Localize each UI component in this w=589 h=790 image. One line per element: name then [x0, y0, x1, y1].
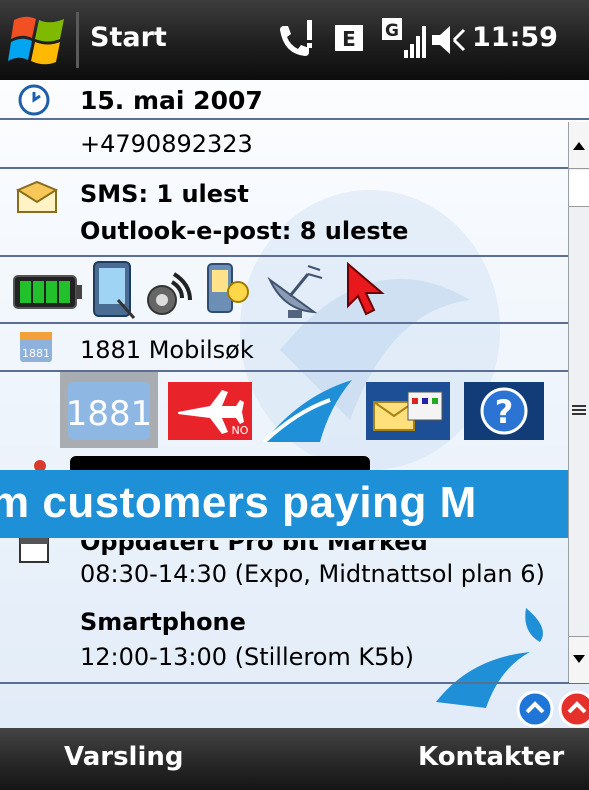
calendar-event-title[interactable]: Smartphone — [80, 608, 246, 636]
overlay-caption-text: m customers paying M — [0, 478, 477, 527]
clock-time[interactable]: 11:59 — [472, 22, 558, 53]
scroll-up-button[interactable] — [569, 122, 589, 169]
divider — [0, 682, 589, 684]
edge-badge-text: E — [342, 27, 356, 51]
vertical-scrollbar[interactable] — [568, 122, 589, 683]
scroll-grip-icon[interactable] — [572, 404, 586, 416]
calendar-icon — [19, 538, 49, 563]
tile-telenor[interactable] — [260, 376, 356, 446]
signal-strength-icon[interactable]: G — [382, 14, 428, 62]
date-label[interactable]: 15. mai 2007 — [80, 86, 263, 115]
clock-icon — [18, 84, 50, 116]
windows-logo-icon[interactable] — [8, 10, 70, 68]
volume-icon[interactable] — [430, 22, 468, 58]
divider — [0, 167, 589, 169]
phone-settings-icon[interactable] — [204, 262, 254, 320]
device-icon[interactable] — [88, 260, 138, 320]
scroll-down-button[interactable] — [569, 636, 589, 683]
telenor-logo-icon — [262, 380, 352, 444]
satellite-icon[interactable] — [264, 260, 326, 320]
tile-1881[interactable]: 1881 — [60, 372, 158, 448]
email-unread[interactable]: Outlook-e-post: 8 uleste — [80, 217, 408, 245]
title-bar: Start E G 11:59 — [0, 0, 589, 80]
sms-unread[interactable]: SMS: 1 ulest — [80, 180, 249, 208]
message-calendar-icon — [366, 382, 450, 440]
airplane-icon: NO — [168, 382, 252, 440]
overlay-caption-banner: m customers paying M — [0, 470, 589, 538]
hidden-row-fragment — [70, 456, 370, 470]
1881-tile-icon: 1881 — [66, 382, 153, 440]
title-separator — [76, 12, 79, 68]
battery-icon[interactable] — [12, 270, 84, 314]
gprs-badge-text: G — [385, 21, 399, 41]
caller-number[interactable]: +4790892323 — [80, 130, 253, 158]
tile-messaging[interactable] — [362, 376, 454, 446]
help-icon: ? — [464, 382, 544, 440]
flower-icon — [34, 460, 46, 470]
tile-1881-text: 1881 — [66, 394, 153, 434]
1881-app-icon: 1881 — [20, 332, 52, 362]
up-round-icon[interactable] — [516, 690, 554, 728]
today-screen: Start E G 11:59 15. mai 2007 +4790892323… — [0, 0, 589, 790]
tile-no-text: NO — [232, 424, 249, 437]
mobilsok-label[interactable]: 1881 Mobilsøk — [80, 336, 254, 364]
softkey-bar: Varsling Kontakter — [0, 728, 589, 790]
divider — [0, 255, 589, 257]
tile-help[interactable]: ? — [460, 376, 548, 446]
wireless-icon[interactable] — [144, 268, 194, 318]
softkey-notifications[interactable]: Varsling — [64, 742, 184, 772]
edge-network-icon: E — [335, 25, 363, 51]
divider — [0, 118, 589, 120]
scroll-thumb[interactable] — [569, 170, 589, 207]
calendar-event-time[interactable]: 12:00-13:00 (Stillerom K5b) — [80, 643, 414, 671]
tile-flight[interactable]: NO — [164, 376, 256, 446]
svg-text:1881: 1881 — [22, 347, 50, 360]
quick-launch-strip: 1881 NO ? — [60, 372, 568, 452]
arrow-down-icon — [573, 655, 585, 663]
envelope-icon — [16, 180, 58, 213]
down-round-icon[interactable] — [558, 690, 589, 728]
start-menu-label[interactable]: Start — [90, 22, 167, 53]
help-glyph: ? — [495, 393, 514, 431]
cursor-arrow-icon[interactable] — [344, 262, 388, 320]
calendar-event-time[interactable]: 08:30-14:30 (Expo, Midtnattsol plan 6) — [80, 560, 545, 588]
divider — [0, 322, 589, 324]
phone-missed-call-icon[interactable] — [272, 16, 320, 64]
softkey-contacts[interactable]: Kontakter — [418, 742, 564, 772]
arrow-up-icon — [573, 142, 585, 150]
